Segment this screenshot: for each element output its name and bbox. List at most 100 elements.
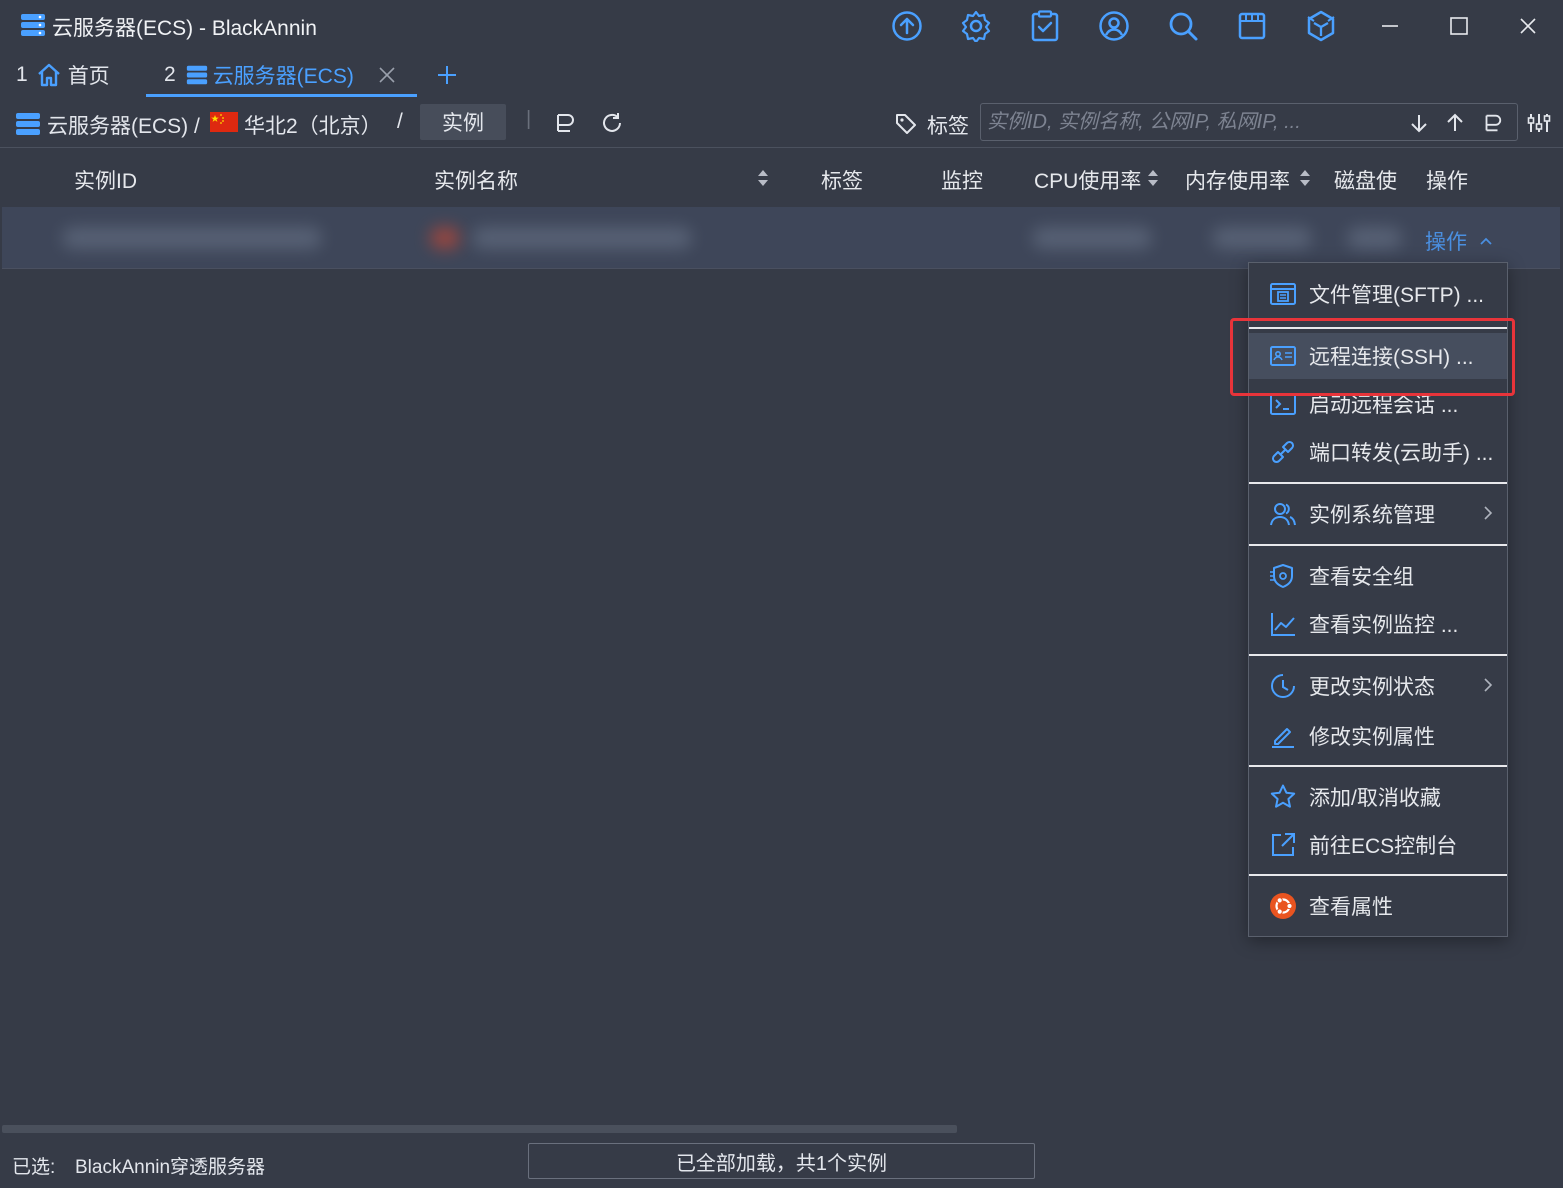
status-bar: 已选: BlackAnnin穿透服务器 已全部加载，共1个实例	[0, 1138, 1563, 1188]
breadcrumb-separator: /	[397, 110, 403, 133]
china-flag-icon	[210, 112, 238, 132]
plugin-icon[interactable]	[1303, 8, 1339, 44]
column-actions: 操作	[1426, 170, 1468, 193]
tab-index: 2	[164, 63, 176, 86]
breadcrumb-current[interactable]: 实例	[420, 104, 506, 140]
redacted-cell	[62, 227, 322, 249]
users-icon	[1269, 500, 1297, 528]
row-actions-button[interactable]: 操作	[1425, 226, 1493, 256]
breadcrumb-service[interactable]: 云服务器(ECS) /	[47, 110, 200, 140]
menu-separator	[1249, 482, 1507, 484]
menu-item-ecs-console[interactable]: 前往ECS控制台	[1249, 822, 1507, 868]
star-icon	[1269, 783, 1297, 811]
menu-item-modify-attributes[interactable]: 修改实例属性	[1249, 713, 1507, 759]
menu-item-label: 实例系统管理	[1309, 504, 1435, 527]
column-monitor[interactable]: 监控	[941, 165, 983, 195]
ubuntu-icon	[1269, 892, 1297, 920]
redacted-cell	[1347, 227, 1402, 249]
home-icon	[36, 62, 62, 88]
tag-filter-label[interactable]: 标签	[927, 110, 969, 140]
chevron-right-icon	[1481, 677, 1495, 693]
load-status: 已全部加载，共1个实例	[528, 1143, 1035, 1179]
column-cpu-usage[interactable]: CPU使用率	[1034, 165, 1141, 195]
menu-item-instance-monitor[interactable]: 查看实例监控 ...	[1249, 601, 1507, 647]
column-instance-id[interactable]: 实例ID	[74, 165, 137, 195]
menu-item-change-state[interactable]: 更改实例状态	[1249, 663, 1507, 709]
search-box	[980, 103, 1518, 141]
clear-search-icon[interactable]	[1481, 112, 1503, 134]
breadcrumb-region[interactable]: 华北2（北京）	[244, 110, 382, 140]
clipboard-check-icon[interactable]	[1027, 8, 1063, 44]
sort-icon[interactable]	[757, 169, 769, 187]
tab-home[interactable]: 1 首页	[16, 52, 110, 98]
toolbar-divider: |	[526, 108, 532, 130]
highlight-annotation	[1230, 318, 1515, 396]
menu-item-label: 添加/取消收藏	[1309, 787, 1441, 810]
column-settings-icon[interactable]	[1527, 111, 1551, 135]
redacted-cell	[1032, 227, 1152, 249]
table-header: 实例ID 实例名称 标签 监控 CPU使用率 内存使用率 磁盘使 操作	[0, 149, 1563, 207]
column-disk-usage[interactable]: 磁盘使	[1334, 165, 1404, 195]
title-bar: 云服务器(ECS) - BlackAnnin	[0, 0, 1563, 52]
external-link-icon	[1269, 831, 1297, 859]
menu-item-port-forward[interactable]: 端口转发(云助手) ...	[1249, 429, 1507, 475]
selected-instance-name: BlackAnnin穿透服务器	[75, 1157, 266, 1178]
search-input[interactable]	[987, 108, 1397, 136]
menu-separator	[1249, 874, 1507, 876]
sort-icon[interactable]	[1299, 169, 1311, 187]
column-tags[interactable]: 标签	[821, 165, 863, 195]
tab-ecs[interactable]: 2 云服务器(ECS)	[164, 52, 354, 98]
port-forward-icon	[1269, 438, 1297, 466]
arrow-up-icon[interactable]	[1444, 112, 1466, 134]
window-icon[interactable]	[1234, 8, 1270, 44]
upload-icon[interactable]	[889, 8, 925, 44]
menu-item-label: 更改实例状态	[1309, 676, 1435, 699]
tab-bar: 1 首页 2 云服务器(ECS)	[0, 52, 1563, 98]
minimize-icon[interactable]	[1370, 8, 1410, 44]
server-icon	[186, 64, 208, 86]
row-actions-label: 操作	[1425, 231, 1467, 254]
tab-index: 1	[16, 63, 28, 86]
gear-icon[interactable]	[958, 8, 994, 44]
chevron-right-icon	[1481, 505, 1495, 521]
column-instance-name[interactable]: 实例名称	[434, 165, 518, 195]
back-icon[interactable]	[552, 111, 576, 135]
security-group-icon	[1269, 562, 1297, 590]
arrow-down-icon[interactable]	[1408, 112, 1430, 134]
menu-item-label: 查看属性	[1309, 896, 1393, 919]
menu-separator	[1249, 765, 1507, 767]
chart-line-icon	[1269, 610, 1297, 638]
menu-item-sftp[interactable]: 文件管理(SFTP) ...	[1249, 271, 1507, 317]
close-icon[interactable]	[1508, 8, 1548, 44]
menu-separator	[1249, 544, 1507, 546]
maximize-icon[interactable]	[1439, 8, 1479, 44]
tab-label: 云服务器(ECS)	[212, 65, 354, 88]
menu-item-label: 查看实例监控 ...	[1309, 614, 1459, 637]
clock-icon	[1269, 672, 1297, 700]
tag-icon	[894, 111, 918, 135]
refresh-icon[interactable]	[600, 111, 624, 135]
menu-item-view-properties[interactable]: 查看属性	[1249, 883, 1507, 929]
menu-item-label: 查看安全组	[1309, 566, 1414, 589]
menu-item-favorite[interactable]: 添加/取消收藏	[1249, 774, 1507, 820]
chevron-up-icon	[1479, 234, 1493, 248]
menu-item-system-management[interactable]: 实例系统管理	[1249, 491, 1507, 537]
table-row[interactable]: 操作	[2, 207, 1560, 269]
tab-label: 首页	[67, 65, 110, 88]
add-tab-icon[interactable]	[436, 64, 458, 86]
horizontal-scrollbar[interactable]	[2, 1125, 957, 1133]
menu-item-label: 修改实例属性	[1309, 726, 1435, 749]
column-memory-usage[interactable]: 内存使用率	[1185, 165, 1290, 195]
selected-label: 已选:	[12, 1157, 56, 1178]
menu-item-label: 文件管理(SFTP) ...	[1309, 284, 1484, 307]
search-icon[interactable]	[1165, 8, 1201, 44]
menu-item-security-group[interactable]: 查看安全组	[1249, 553, 1507, 599]
file-manager-icon	[1269, 280, 1297, 308]
redacted-cell	[430, 227, 460, 249]
tab-close-icon[interactable]	[377, 65, 397, 85]
sort-icon[interactable]	[1147, 169, 1159, 187]
edit-icon	[1269, 722, 1297, 750]
user-circle-icon[interactable]	[1096, 8, 1132, 44]
menu-item-label: 端口转发(云助手) ...	[1309, 442, 1494, 465]
active-tab-indicator	[146, 94, 417, 97]
